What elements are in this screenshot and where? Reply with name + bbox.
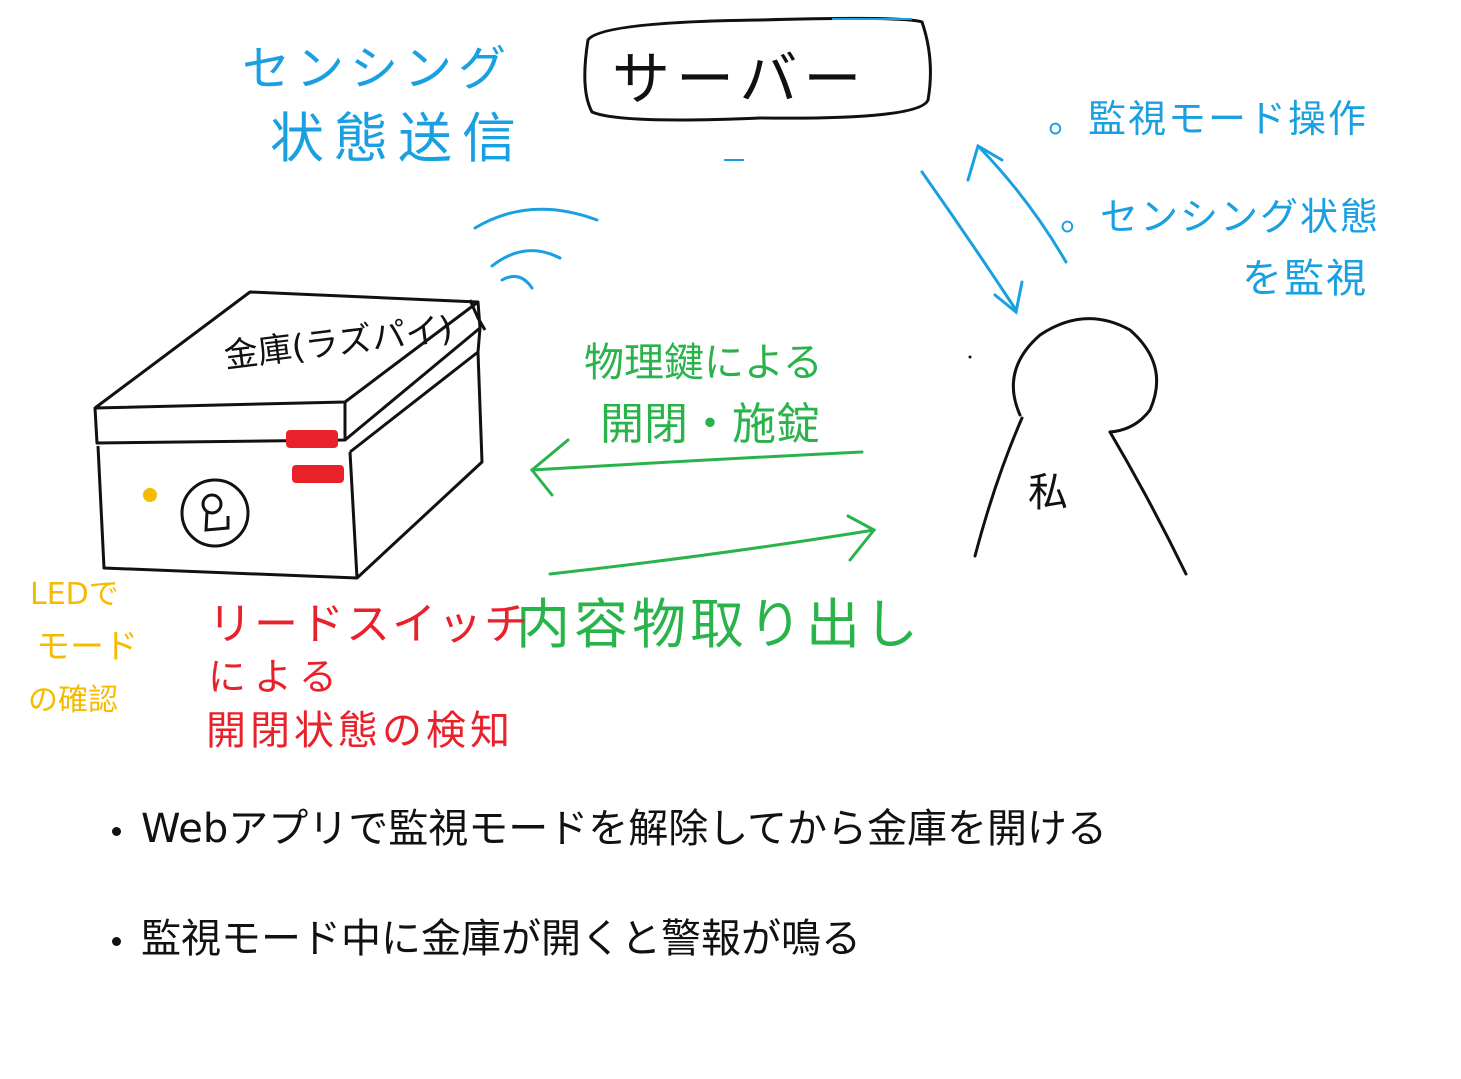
reed-switch-line3: 開閉状態の検知 <box>206 708 514 754</box>
take-out-label: 内容物取り出し <box>516 593 922 656</box>
reed-switch-line1: リードスイッチ <box>208 599 530 650</box>
server-person-arrows <box>920 143 1068 315</box>
reed-switch-marker <box>286 430 338 448</box>
led-icon <box>143 488 157 502</box>
monitor-mode-op-label: 。監視モード操作 <box>1048 97 1369 141</box>
sensing-send-line1: センシング <box>242 41 513 97</box>
sensing-state-label: 。センシング状態 <box>1060 195 1381 239</box>
note-item: 監視モード中に金庫が開くと警報が鳴る <box>112 906 861 964</box>
physical-key-line2: 開閉・施錠 <box>600 399 820 450</box>
sensing-send-line2: 状態送信 <box>270 107 526 170</box>
bullet-icon <box>112 936 121 946</box>
person-label: 私 <box>1028 470 1068 516</box>
lock-icon <box>180 478 250 548</box>
bullet-icon <box>112 826 121 836</box>
person-figure <box>973 317 1188 576</box>
led-line1: LEDで <box>30 577 119 612</box>
note-text: Webアプリで監視モードを解除してから金庫を開ける <box>141 806 1108 852</box>
reed-switch-marker <box>292 465 344 483</box>
note-text: 監視モード中に金庫が開くと警報が鳴る <box>141 916 861 962</box>
led-line3: の確認 <box>28 683 118 718</box>
note-item: Webアプリで監視モードを解除してから金庫を開ける <box>112 796 1107 854</box>
server-label: サーバー <box>612 45 868 113</box>
take-out-arrow <box>548 514 877 576</box>
physical-key-line1: 物理鍵による <box>584 340 823 386</box>
wifi-icon <box>473 207 599 290</box>
reed-switch-line2: による <box>208 655 345 699</box>
monitor-label: を監視 <box>1242 256 1368 302</box>
led-line2: モード <box>36 627 138 667</box>
